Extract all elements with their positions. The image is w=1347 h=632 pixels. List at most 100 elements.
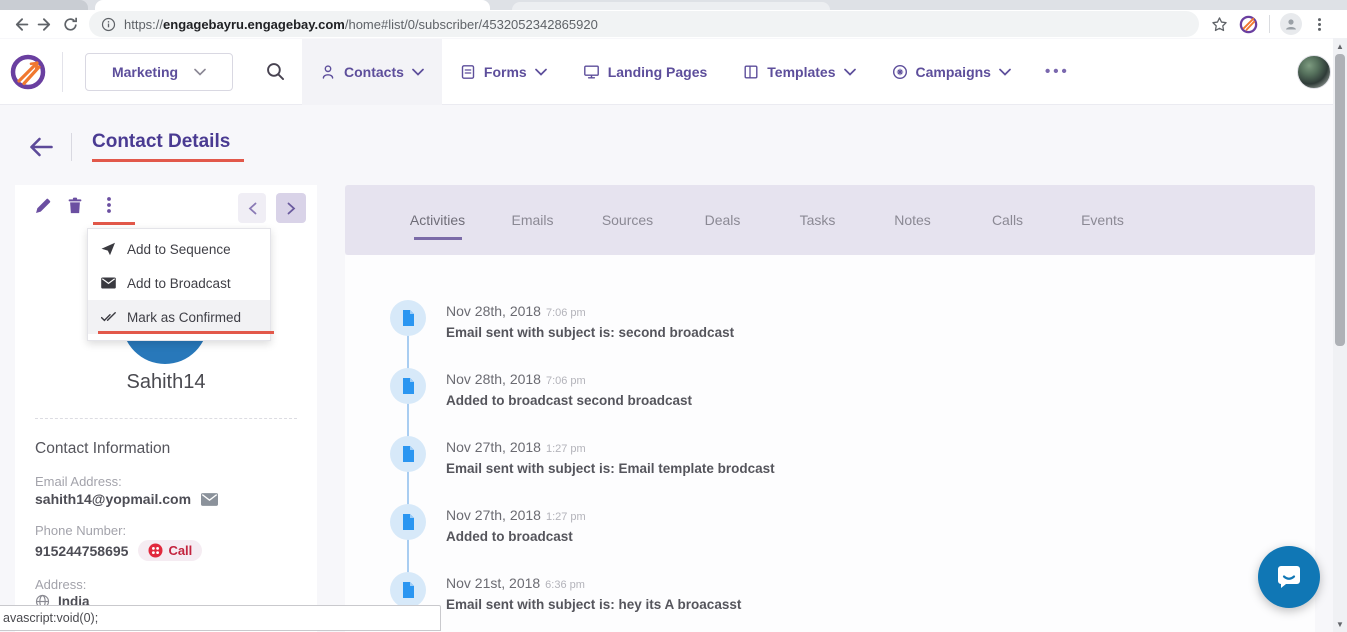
nav-label: Contacts	[344, 64, 404, 80]
prev-contact-button[interactable]	[238, 193, 266, 223]
double-check-icon	[101, 312, 116, 322]
email-row: sahith14@yopmail.com	[35, 491, 218, 507]
browser-tab-other[interactable]	[512, 2, 830, 10]
email-label: Email Address:	[35, 474, 122, 489]
nav-item-landing-pages[interactable]: Landing Pages	[565, 39, 726, 105]
browser-tab-active[interactable]	[95, 0, 490, 10]
entry-date: Nov 28th, 2018	[446, 371, 541, 387]
chat-launcher-button[interactable]	[1258, 546, 1320, 608]
browser-tab-partial[interactable]	[0, 0, 88, 10]
chat-bubble-icon	[1273, 561, 1305, 593]
layout-icon	[743, 64, 759, 80]
chevron-right-icon	[287, 202, 296, 215]
nav-item-contacts[interactable]: Contacts	[302, 39, 442, 105]
call-label: Call	[168, 543, 192, 558]
info-icon[interactable]	[101, 17, 116, 32]
entry-time: 1:27 pm	[546, 511, 586, 523]
user-avatar[interactable]	[1297, 55, 1331, 89]
nav-more-menu[interactable]: •••	[1029, 63, 1086, 80]
campaign-icon	[892, 64, 908, 80]
menu-item-add-to-sequence[interactable]: Add to Sequence	[88, 232, 270, 266]
profile-icon[interactable]	[1280, 13, 1302, 35]
activities-panel: Nov 28th, 2018 7:06 pm Email sent with su…	[345, 255, 1315, 632]
tab-notes[interactable]: Notes	[865, 185, 960, 255]
call-button[interactable]: Call	[138, 540, 202, 561]
back-icon[interactable]	[8, 12, 32, 36]
menu-item-mark-as-confirmed[interactable]: Mark as Confirmed	[88, 300, 270, 334]
document-icon	[390, 300, 426, 336]
address-bar[interactable]: https://engagebayru.engagebay.com/home#l…	[89, 11, 1199, 37]
nav-label: Templates	[767, 64, 835, 80]
tab-emails[interactable]: Emails	[485, 185, 580, 255]
document-icon	[390, 504, 426, 540]
toolbar-separator	[1269, 15, 1270, 33]
workspace-label: Marketing	[112, 64, 178, 80]
scroll-down-icon[interactable]: ▼	[1333, 617, 1347, 631]
envelope-icon	[101, 277, 116, 289]
tab-events[interactable]: Events	[1055, 185, 1150, 255]
status-bar-link-preview: avascript:void(0);	[0, 605, 441, 631]
dots-vertical-icon[interactable]	[102, 196, 116, 214]
chevron-down-icon	[194, 68, 206, 76]
workspace-dropdown[interactable]: Marketing	[85, 53, 233, 91]
star-icon[interactable]	[1211, 16, 1228, 33]
browser-menu-icon[interactable]	[1312, 17, 1327, 32]
screen: https://engagebayru.engagebay.com/home#l…	[0, 0, 1347, 632]
pencil-icon[interactable]	[35, 197, 52, 214]
contact-info-heading: Contact Information	[35, 440, 170, 458]
tab-deals[interactable]: Deals	[675, 185, 770, 255]
phone-label: Phone Number:	[35, 523, 126, 538]
vertical-scrollbar[interactable]: ▲ ▼	[1333, 38, 1347, 632]
timeline-entry: Nov 27th, 20181:27 pm Added to broadcast	[390, 504, 586, 544]
chevron-down-icon	[412, 68, 424, 76]
tab-activities[interactable]: Activities	[390, 185, 485, 255]
scrollbar-thumb[interactable]	[1335, 54, 1345, 346]
chevron-down-icon	[535, 68, 547, 76]
entry-text: Added to broadcast second broadcast	[446, 393, 692, 408]
entry-date: Nov 27th, 2018	[446, 507, 541, 523]
document-icon	[390, 436, 426, 472]
document-icon	[390, 368, 426, 404]
back-arrow-icon[interactable]	[28, 136, 55, 158]
entry-text: Email sent with subject is: Email templa…	[446, 461, 775, 476]
entry-text: Email sent with subject is: second broad…	[446, 325, 734, 340]
timeline-entry: Nov 28th, 20187:06 pm Email sent with su…	[390, 300, 734, 340]
tab-calls[interactable]: Calls	[960, 185, 1055, 255]
timeline-entry: Nov 27th, 20181:27 pm Email sent with su…	[390, 436, 775, 476]
email-value: sahith14@yopmail.com	[35, 491, 191, 507]
next-contact-button[interactable]	[276, 193, 306, 223]
twilio-call-icon	[148, 543, 163, 558]
nav-item-templates[interactable]: Templates	[725, 39, 873, 105]
scroll-up-icon[interactable]: ▲	[1333, 39, 1347, 53]
nav-item-campaigns[interactable]: Campaigns	[874, 39, 1029, 105]
dots-menu-highlight-underline	[93, 222, 135, 225]
nav-label: Campaigns	[916, 64, 991, 80]
nav-item-forms[interactable]: Forms	[442, 39, 565, 105]
document-icon	[390, 572, 426, 608]
menu-highlight-underline	[98, 331, 274, 334]
header-divider	[71, 133, 72, 161]
browser-toolbar: https://engagebayru.engagebay.com/home#l…	[0, 10, 1347, 38]
extension-icon[interactable]	[1238, 14, 1259, 35]
contact-actions-menu: Add to Sequence Add to Broadcast Mark as…	[87, 228, 271, 341]
contact-name: Sahith14	[15, 371, 317, 394]
mail-icon[interactable]	[201, 493, 218, 506]
entry-time: 7:06 pm	[546, 375, 586, 387]
forward-icon[interactable]	[33, 12, 57, 36]
search-icon[interactable]	[265, 61, 286, 82]
menu-item-label: Mark as Confirmed	[127, 310, 241, 325]
nav-divider	[62, 52, 63, 92]
menu-item-label: Add to Sequence	[127, 242, 231, 257]
reload-icon[interactable]	[58, 12, 82, 36]
nav-label: Landing Pages	[608, 64, 708, 80]
page-title: Contact Details	[92, 131, 230, 162]
timeline-entry: Nov 21st, 20186:36 pm Email sent with su…	[390, 572, 741, 612]
tab-tasks[interactable]: Tasks	[770, 185, 865, 255]
trash-icon[interactable]	[67, 197, 83, 214]
nav-items: Contacts Forms Landing Pages Templates C…	[302, 39, 1029, 105]
menu-item-add-to-broadcast[interactable]: Add to Broadcast	[88, 266, 270, 300]
entry-text: Email sent with subject is: hey its A br…	[446, 597, 741, 612]
phone-value: 915244758695	[35, 543, 128, 559]
logo-icon[interactable]	[6, 50, 50, 94]
tab-sources[interactable]: Sources	[580, 185, 675, 255]
